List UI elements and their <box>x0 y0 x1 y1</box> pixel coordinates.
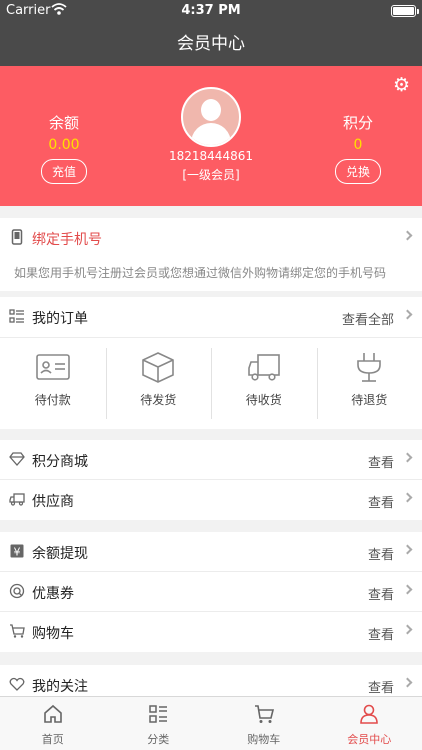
bind-phone-row[interactable]: 绑定手机号 <box>0 218 422 258</box>
chevron-right-icon <box>402 677 413 688</box>
clock: 4:37 PM <box>181 3 241 18</box>
tab-category[interactable]: 分类 <box>106 697 212 750</box>
order-status-label: 待付款 <box>34 393 71 407</box>
tab-label: 分类 <box>147 733 170 746</box>
category-icon <box>149 705 168 723</box>
svg-text:¥: ¥ <box>14 546 21 559</box>
phone-icon <box>11 229 23 245</box>
balance-label: 余额 <box>48 114 79 132</box>
heart-icon <box>9 677 25 691</box>
points-value: 0 <box>353 137 363 153</box>
points-block: 积分 0 兑换 <box>318 112 398 184</box>
wallet-icon <box>35 354 70 380</box>
plug-icon <box>357 353 382 382</box>
order-status-label: 待退货 <box>351 393 388 407</box>
tab-cart[interactable]: 购物车 <box>211 697 317 750</box>
menu-label: 余额提现 <box>32 546 88 562</box>
user-icon <box>360 704 379 724</box>
orders-card: 我的订单 查看全部 待付款 待发货 待收货 待退货 <box>0 297 422 429</box>
menu-cart[interactable]: 购物车 查看 <box>0 612 422 652</box>
tab-label: 购物车 <box>247 733 281 746</box>
cart-icon <box>254 705 274 723</box>
home-icon <box>43 704 62 723</box>
order-status-grid: 待付款 待发货 待收货 待退货 <box>0 337 422 429</box>
menu-supplier[interactable]: 供应商 查看 <box>0 480 422 520</box>
menu-label: 优惠券 <box>32 586 74 602</box>
chevron-right-icon <box>402 624 413 635</box>
exchange-button[interactable]: 兑换 <box>334 159 381 184</box>
tab-home[interactable]: 首页 <box>0 697 106 750</box>
chevron-right-icon <box>402 452 413 463</box>
chevron-right-icon <box>402 584 413 595</box>
menu-view-link[interactable]: 查看 <box>368 544 394 563</box>
yen-icon: ¥ <box>10 544 24 559</box>
order-status-label: 待收货 <box>245 393 282 407</box>
menu-view-link[interactable]: 查看 <box>368 492 394 511</box>
orders-title: 我的订单 <box>32 311 88 327</box>
menu-withdraw[interactable]: ¥ 余额提现 查看 <box>0 532 422 572</box>
profile-header: ⚙ 余额 0.00 充值 18218444861 [一级会员] 积分 0 兑换 <box>0 66 422 206</box>
page-title: 会员中心 <box>177 34 245 54</box>
chevron-right-icon <box>402 492 413 503</box>
status-bar: Carrier 4:37 PM <box>0 0 422 22</box>
nav-bar: 会员中心 <box>0 22 422 66</box>
menu-view-link[interactable]: 查看 <box>368 452 394 471</box>
menu-group-1: 积分商城 查看 供应商 查看 <box>0 440 422 520</box>
menu-group-2: ¥ 余额提现 查看 优惠券 查看 购物车 查看 <box>0 532 422 652</box>
chevron-right-icon <box>402 309 413 320</box>
tab-label: 首页 <box>41 733 64 746</box>
order-pending-receipt[interactable]: 待收货 <box>211 338 317 429</box>
order-pending-shipment[interactable]: 待发货 <box>105 338 212 429</box>
list-icon <box>9 309 24 323</box>
order-status-label: 待发货 <box>140 393 177 407</box>
menu-label: 我的关注 <box>32 679 88 695</box>
order-pending-payment[interactable]: 待付款 <box>0 338 106 429</box>
menu-view-link[interactable]: 查看 <box>368 677 394 696</box>
box-icon <box>142 352 175 383</box>
orders-row[interactable]: 我的订单 查看全部 <box>0 297 422 337</box>
menu-points-mall[interactable]: 积分商城 查看 <box>0 440 422 480</box>
order-pending-return[interactable]: 待退货 <box>316 338 422 429</box>
tab-bar: 首页 分类 购物车 会员中心 <box>0 696 422 750</box>
avatar[interactable] <box>181 87 241 147</box>
bind-phone-card: 绑定手机号 如果您用手机号注册过会员或您想通过微信外购物请绑定您的手机号码 <box>0 218 422 291</box>
menu-view-link[interactable]: 查看 <box>368 584 394 603</box>
menu-coupon[interactable]: 优惠券 查看 <box>0 572 422 612</box>
menu-label: 购物车 <box>32 626 74 642</box>
menu-view-link[interactable]: 查看 <box>368 624 394 643</box>
truck-icon <box>247 354 280 381</box>
battery-icon <box>391 5 419 17</box>
points-label: 积分 <box>342 114 373 132</box>
menu-label: 供应商 <box>32 494 74 510</box>
chevron-right-icon <box>402 544 413 555</box>
diamond-icon <box>9 452 25 466</box>
gear-icon[interactable]: ⚙ <box>393 74 410 96</box>
tab-member-center[interactable]: 会员中心 <box>317 697 422 750</box>
tab-label: 会员中心 <box>347 733 392 746</box>
coupon-icon <box>9 583 25 599</box>
bind-phone-title: 绑定手机号 <box>32 232 102 248</box>
chevron-right-icon <box>402 230 413 241</box>
bind-phone-hint: 如果您用手机号注册过会员或您想通过微信外购物请绑定您的手机号码 <box>14 266 387 280</box>
menu-label: 积分商城 <box>32 454 88 470</box>
cart-icon <box>10 624 25 638</box>
supplier-truck-icon <box>9 493 25 506</box>
view-all-orders-link[interactable]: 查看全部 <box>342 309 394 328</box>
